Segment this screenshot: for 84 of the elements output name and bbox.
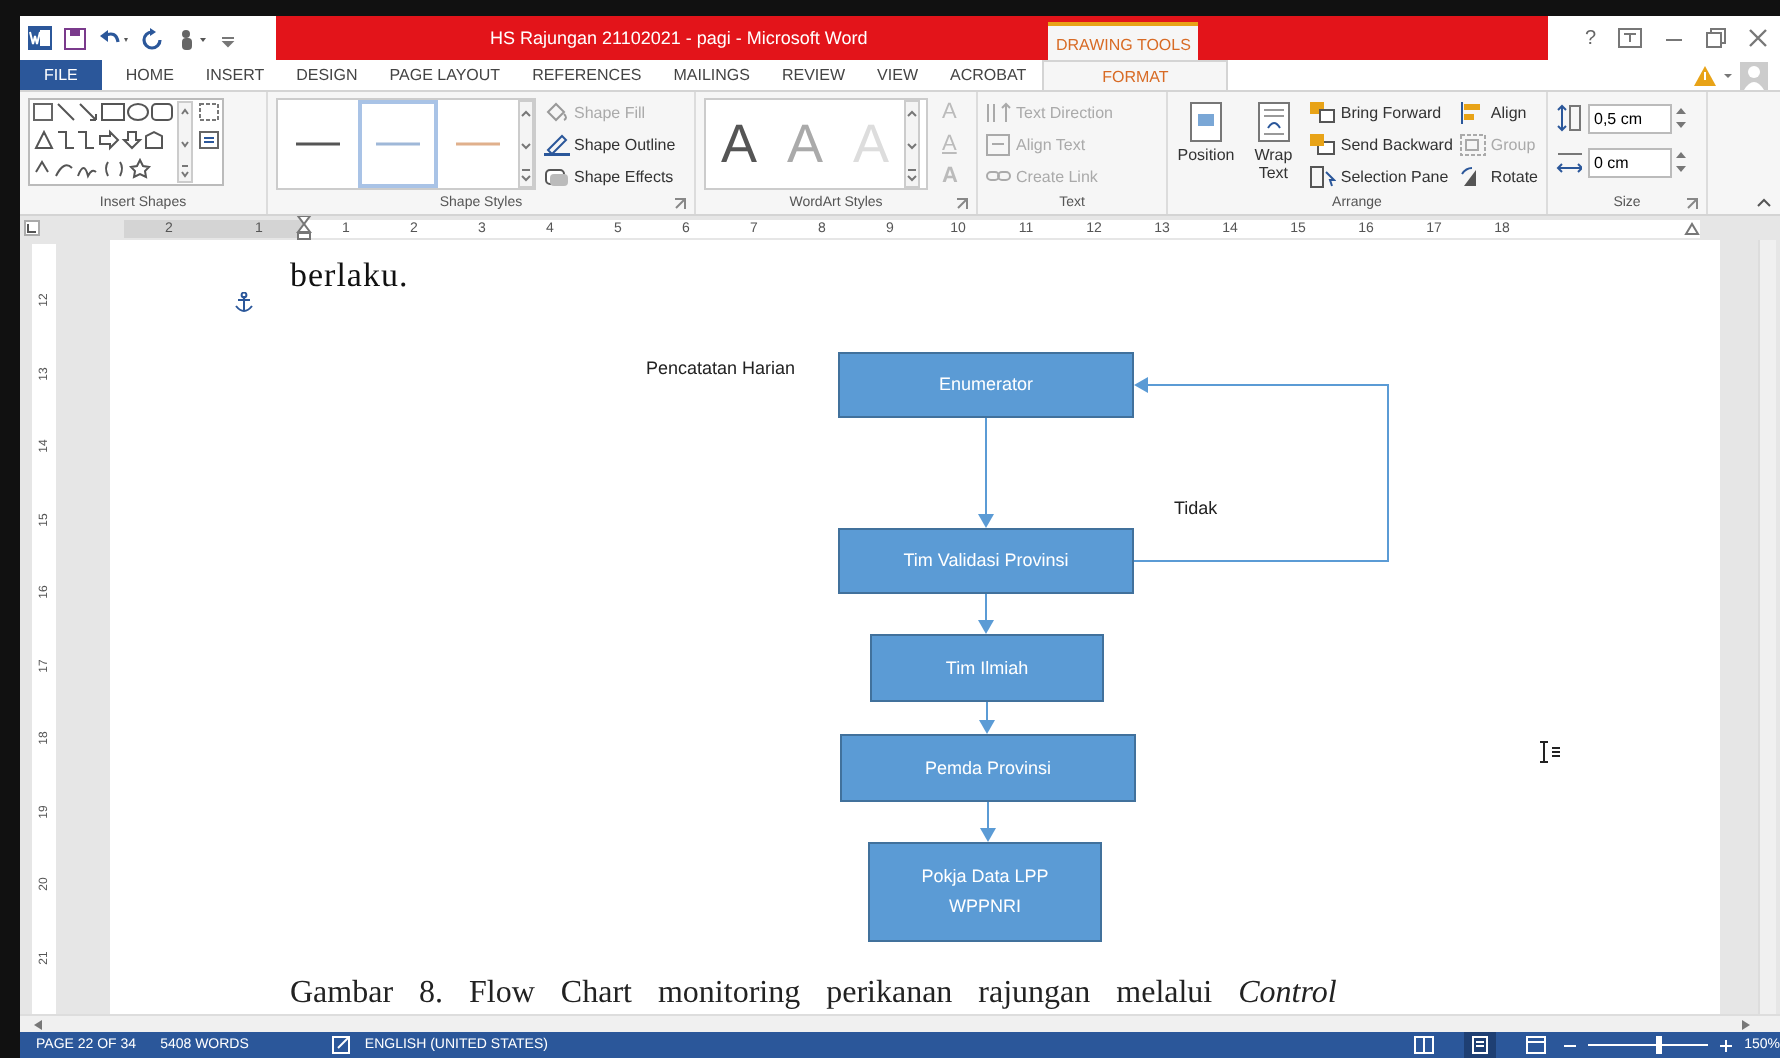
word-app-icon — [28, 26, 52, 50]
zoom-out-icon[interactable] — [1564, 1039, 1577, 1051]
web-view-icon — [1526, 1036, 1547, 1054]
group-icon — [1460, 133, 1487, 155]
close-icon[interactable] — [1748, 28, 1768, 48]
wordart-sample[interactable]: A — [706, 100, 772, 188]
command-button[interactable]: Rotate — [1460, 162, 1538, 190]
send-backward-icon — [1310, 133, 1337, 155]
flowchart-node: Pokja Data LPP WPPNRI — [868, 842, 1102, 942]
indent-marker-icon[interactable] — [296, 216, 312, 240]
ribbon-tab[interactable]: MAILINGS — [657, 60, 766, 90]
dialog-launcher-icon[interactable] — [674, 198, 686, 210]
shape-effects-icon — [544, 165, 570, 187]
flowchart-node: Tim Validasi Provinsi — [838, 528, 1134, 594]
paint-bucket-icon — [544, 101, 570, 123]
redo-icon[interactable] — [142, 27, 164, 49]
connector-arrow — [978, 417, 994, 528]
size-field[interactable]: 0,5 cm — [1588, 103, 1672, 133]
view-mode-button[interactable] — [1464, 1032, 1497, 1058]
ribbon-tab[interactable]: INSERT — [189, 60, 281, 90]
ribbon-tab[interactable]: DESIGN — [280, 60, 374, 90]
connector-arrow — [979, 701, 995, 734]
touch-mode-icon[interactable] — [176, 27, 208, 49]
scroll-left-icon[interactable] — [32, 1017, 44, 1031]
dialog-launcher-icon[interactable] — [956, 198, 968, 210]
dialog-launcher-icon[interactable] — [1686, 198, 1698, 210]
ribbon-tab[interactable]: REFERENCES — [516, 60, 658, 90]
proofing-icon[interactable] — [332, 1036, 353, 1054]
ribbon-tab[interactable]: PAGE LAYOUT — [373, 60, 517, 90]
position-icon — [1190, 102, 1222, 142]
command-button[interactable]: Shape Effects — [544, 162, 676, 190]
bring-forward-icon — [1310, 101, 1337, 123]
width-icon — [1556, 148, 1582, 176]
flowchart-label: Tidak — [1174, 498, 1218, 518]
tab-selector-icon[interactable] — [24, 220, 40, 236]
help-button[interactable]: ? — [1584, 27, 1596, 49]
shapes-gallery-drawing[interactable] — [28, 98, 224, 186]
command-button[interactable]: Send Backward — [1310, 130, 1453, 158]
gallery-scroll-icon[interactable] — [904, 100, 920, 188]
file-tab[interactable]: FILE — [20, 60, 102, 90]
read-view-icon — [1414, 1036, 1435, 1054]
large-command-button[interactable]: Wrap Text — [1244, 98, 1303, 186]
large-command-button[interactable]: Position — [1176, 98, 1236, 168]
flowchart-node: Pemda Provinsi — [840, 734, 1136, 802]
zoom-in-icon[interactable] — [1720, 1039, 1733, 1051]
spinner-arrows-icon[interactable] — [1676, 150, 1686, 174]
line-style-swatch[interactable] — [358, 100, 438, 188]
command-button[interactable]: Align — [1460, 98, 1538, 126]
window-title: HS Rajungan 21102021 - pagi - Microsoft Word — [490, 28, 868, 48]
print-view-icon — [1470, 1036, 1491, 1054]
flowchart-node: Enumerator — [838, 352, 1134, 418]
text-cursor-icon — [1536, 740, 1560, 764]
connector-arrow — [980, 801, 996, 842]
ribbon-tab[interactable]: ACROBAT — [934, 60, 1043, 90]
body-text: berlaku. — [290, 256, 411, 296]
connector-arrow — [978, 593, 994, 634]
figure-caption: Gambar 8. Flow Chart monitoring perikanan rajungan melalui Control — [290, 976, 1339, 1012]
pencil-icon — [544, 133, 570, 155]
gallery-scroll-icon[interactable] — [518, 100, 534, 188]
link-icon — [986, 165, 1012, 187]
save-icon[interactable] — [64, 27, 86, 49]
ribbon-tab[interactable]: VIEW — [861, 60, 934, 90]
flowchart-label: Pencatatan Harian — [646, 358, 796, 378]
right-indent-icon[interactable] — [1684, 220, 1700, 236]
ribbon-display-icon[interactable] — [1618, 28, 1642, 48]
text-direction-icon — [986, 101, 1012, 123]
align-text-icon — [986, 133, 1012, 155]
context-tab-label: DRAWING TOOLS — [1048, 22, 1199, 60]
scroll-right-icon[interactable] — [1740, 1017, 1752, 1031]
anchor-icon — [234, 292, 254, 314]
restore-icon[interactable] — [1706, 28, 1726, 48]
command-button[interactable]: Bring Forward — [1310, 98, 1453, 126]
wrap-text-icon — [1257, 102, 1290, 142]
command-button[interactable]: Shape Outline — [544, 130, 676, 158]
ribbon-tab[interactable]: REVIEW — [765, 60, 862, 90]
command-button[interactable]: Selection Pane — [1310, 162, 1453, 190]
size-field[interactable]: 0 cm — [1588, 147, 1672, 177]
flowchart-node: Tim Ilmiah — [870, 634, 1104, 702]
collapse-ribbon-icon[interactable] — [1756, 196, 1772, 208]
selection-pane-icon — [1310, 165, 1337, 187]
height-icon — [1556, 104, 1582, 132]
ribbon-tab[interactable]: HOME — [109, 60, 190, 90]
spinner-arrows-icon[interactable] — [1676, 106, 1686, 130]
horizontal-scrollbar[interactable] — [20, 1014, 1780, 1032]
